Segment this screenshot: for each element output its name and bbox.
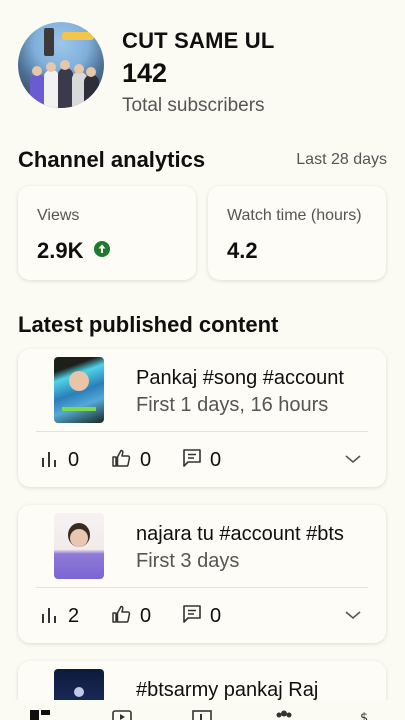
comment-icon — [183, 449, 201, 467]
thumbs-up-icon — [112, 605, 131, 623]
watch-time-value: 4.2 — [227, 238, 258, 263]
trend-up-icon — [94, 241, 110, 257]
views-label: Views — [37, 207, 80, 224]
comments-count: 0 — [210, 605, 222, 627]
content-card[interactable]: najara tu #account #bts First 3 days 2 0… — [18, 505, 386, 643]
subscriber-count: 142 — [122, 58, 168, 88]
views-count: 2 — [68, 605, 80, 627]
content-icon[interactable] — [112, 710, 132, 720]
views-card[interactable]: Views 2.9K — [18, 186, 196, 280]
watch-time-label: Watch time (hours) — [227, 207, 362, 224]
likes-count: 0 — [140, 449, 152, 471]
card-divider — [36, 587, 368, 588]
comment-icon — [183, 605, 201, 623]
content-card[interactable]: Pankaj #song #account First 1 days, 16 h… — [18, 349, 386, 487]
video-title: Pankaj #song #account — [136, 367, 344, 389]
video-subtitle: First 1 days, 16 hours — [136, 394, 329, 416]
earn-icon[interactable]: $ — [355, 710, 375, 720]
channel-header: CUT SAME UL 142 Total subscribers — [18, 22, 388, 116]
video-subtitle: First 3 days — [136, 550, 240, 572]
video-title: #btsarmy pankaj Raj — [136, 679, 319, 701]
subscriber-label: Total subscribers — [122, 95, 265, 116]
likes-count: 0 — [140, 605, 152, 627]
chevron-down-icon[interactable] — [344, 609, 362, 621]
comments-count: 0 — [210, 449, 222, 471]
views-value: 2.9K — [37, 238, 84, 263]
bar-chart-icon — [42, 452, 56, 467]
bottom-nav: $ — [0, 700, 405, 720]
latest-content-title: Latest published content — [18, 312, 279, 337]
analytics-range[interactable]: Last 28 days — [296, 151, 387, 169]
community-icon[interactable] — [274, 710, 294, 720]
dashboard-icon[interactable] — [30, 710, 50, 720]
video-title: najara tu #account #bts — [136, 523, 344, 545]
svg-text:$: $ — [360, 711, 368, 720]
channel-avatar[interactable] — [18, 22, 104, 108]
chevron-down-icon[interactable] — [344, 453, 362, 465]
analytics-title: Channel analytics — [18, 147, 206, 172]
watch-time-card[interactable]: Watch time (hours) 4.2 — [208, 186, 386, 280]
bar-chart-icon — [42, 608, 56, 623]
card-divider — [36, 431, 368, 432]
channel-name: CUT SAME UL — [122, 28, 275, 53]
views-count: 0 — [68, 449, 80, 471]
thumbs-up-icon — [112, 449, 131, 467]
video-thumbnail[interactable] — [54, 357, 104, 423]
analytics-icon[interactable] — [192, 710, 212, 720]
video-thumbnail[interactable] — [54, 513, 104, 579]
